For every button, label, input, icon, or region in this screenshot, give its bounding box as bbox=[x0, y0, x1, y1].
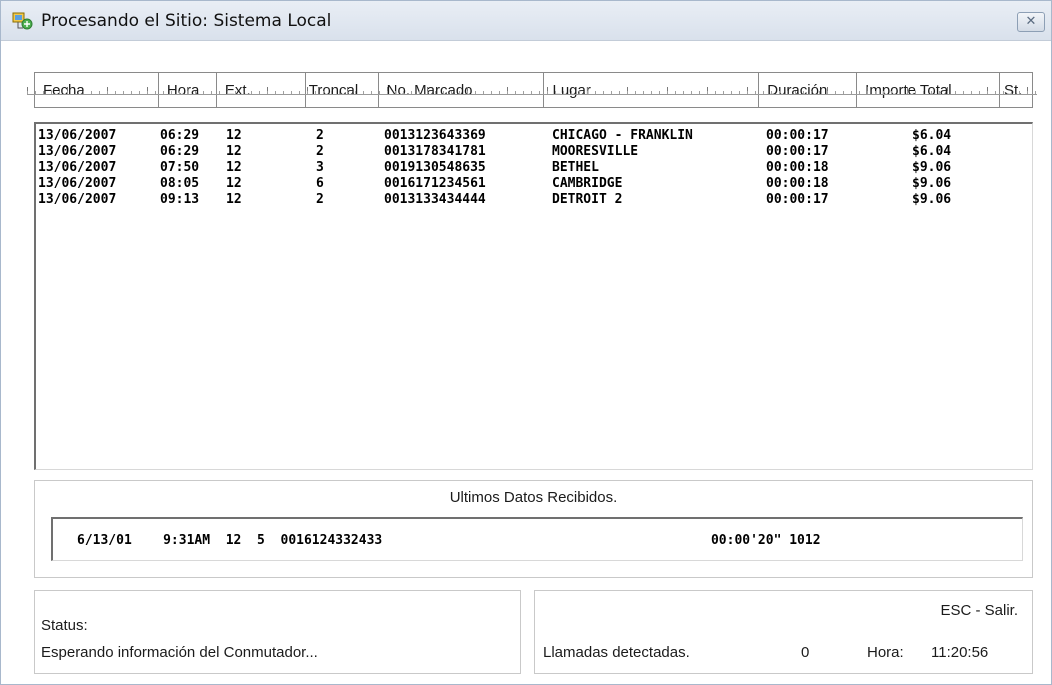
cell-duracion: 00:00:18 bbox=[766, 160, 829, 175]
cell-troncal: 2 bbox=[316, 144, 324, 159]
column-ruler bbox=[27, 87, 1037, 95]
cell-duracion: 00:00:18 bbox=[766, 176, 829, 191]
cell-duracion: 00:00:17 bbox=[766, 128, 829, 143]
title-bar[interactable]: Procesando el Sitio: Sistema Local ✕ bbox=[1, 1, 1051, 41]
cell-lugar: DETROIT 2 bbox=[552, 192, 623, 207]
cell-troncal: 2 bbox=[316, 192, 324, 207]
calls-detected-label: Llamadas detectadas. bbox=[543, 644, 690, 661]
cell-numero: 0013123643369 bbox=[384, 128, 486, 143]
last-data-title: Ultimos Datos Recibidos. bbox=[449, 489, 618, 506]
info-panel: ESC - Salir. Llamadas detectadas. 0 Hora… bbox=[534, 590, 1033, 674]
last-data-panel: Ultimos Datos Recibidos. 6/13/01 9:31AM … bbox=[34, 480, 1033, 578]
cell-fecha: 13/06/2007 bbox=[38, 176, 117, 191]
cell-importe: $6.04 bbox=[912, 128, 952, 143]
cell-troncal: 6 bbox=[316, 176, 324, 191]
last-data-line: 6/13/01 9:31AM 12 5 0016124332433 00:00'… bbox=[77, 533, 821, 548]
table-row[interactable]: 13/06/2007 09:13 12 2 0013133434444 DETR… bbox=[38, 191, 1018, 208]
close-button[interactable]: ✕ bbox=[1017, 12, 1045, 32]
esc-exit-hint: ESC - Salir. bbox=[940, 602, 1018, 619]
cell-troncal: 3 bbox=[316, 160, 324, 175]
window-title: Procesando el Sitio: Sistema Local bbox=[41, 11, 332, 31]
cell-numero: 0013133434444 bbox=[384, 192, 486, 207]
calls-detected-count: 0 bbox=[801, 644, 810, 661]
table-row[interactable]: 13/06/2007 07:50 12 3 0019130548635 BETH… bbox=[38, 159, 1018, 176]
cell-duracion: 00:00:17 bbox=[766, 144, 829, 159]
cell-fecha: 13/06/2007 bbox=[38, 160, 117, 175]
cell-importe: $9.06 bbox=[912, 176, 952, 191]
table-row[interactable]: 13/06/2007 06:29 12 2 0013123643369 CHIC… bbox=[38, 127, 1018, 144]
cell-ext: 12 bbox=[226, 128, 242, 143]
cell-troncal: 2 bbox=[316, 128, 324, 143]
cell-numero: 0016171234561 bbox=[384, 176, 486, 191]
status-label: Status: bbox=[41, 617, 88, 634]
time-label: Hora: bbox=[867, 644, 904, 661]
cell-ext: 12 bbox=[226, 176, 242, 191]
cell-hora: 06:29 bbox=[160, 128, 200, 143]
cell-importe: $6.04 bbox=[912, 144, 952, 159]
last-data-box: 6/13/01 9:31AM 12 5 0016124332433 00:00'… bbox=[51, 517, 1023, 561]
cell-fecha: 13/06/2007 bbox=[38, 144, 117, 159]
app-network-icon bbox=[12, 12, 33, 30]
table-row[interactable]: 13/06/2007 08:05 12 6 0016171234561 CAMB… bbox=[38, 175, 1018, 192]
cell-numero: 0013178341781 bbox=[384, 144, 486, 159]
cell-fecha: 13/06/2007 bbox=[38, 192, 117, 207]
cell-ext: 12 bbox=[226, 144, 242, 159]
time-value: 11:20:56 bbox=[931, 644, 989, 661]
cell-ext: 12 bbox=[226, 192, 242, 207]
cell-importe: $9.06 bbox=[912, 192, 952, 207]
status-panel: Status: Esperando información del Conmut… bbox=[34, 590, 521, 674]
cell-lugar: CAMBRIDGE bbox=[552, 176, 623, 191]
table-row[interactable]: 13/06/2007 06:29 12 2 0013178341781 MOOR… bbox=[38, 143, 1018, 160]
cell-hora: 08:05 bbox=[160, 176, 200, 191]
close-icon: ✕ bbox=[1025, 14, 1037, 29]
cell-lugar: CHICAGO - FRANKLIN bbox=[552, 128, 693, 143]
cell-fecha: 13/06/2007 bbox=[38, 128, 117, 143]
cell-duracion: 00:00:17 bbox=[766, 192, 829, 207]
calls-table[interactable]: 13/06/2007 06:29 12 2 0013123643369 CHIC… bbox=[34, 122, 1033, 470]
cell-hora: 06:29 bbox=[160, 144, 200, 159]
processing-window: Procesando el Sitio: Sistema Local ✕ Fec… bbox=[0, 0, 1052, 685]
cell-lugar: BETHEL bbox=[552, 160, 599, 175]
cell-lugar: MOORESVILLE bbox=[552, 144, 639, 159]
status-message: Esperando información del Conmutador... bbox=[41, 644, 318, 661]
cell-hora: 07:50 bbox=[160, 160, 200, 175]
cell-ext: 12 bbox=[226, 160, 242, 175]
cell-hora: 09:13 bbox=[160, 192, 200, 207]
cell-numero: 0019130548635 bbox=[384, 160, 486, 175]
cell-importe: $9.06 bbox=[912, 160, 952, 175]
